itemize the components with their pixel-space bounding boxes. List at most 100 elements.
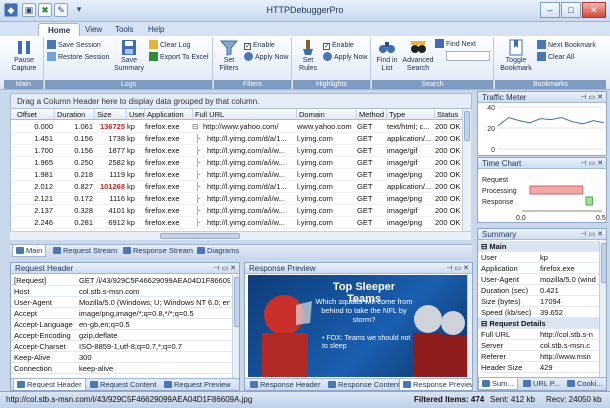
property-row[interactable]: Application firefox.exe	[478, 263, 599, 274]
column-header-domain[interactable]: Domain	[297, 109, 357, 120]
table-row[interactable]: 1.965 0.250 2582 kp firefox.exe http://l.yimg…	[11, 157, 462, 169]
tab-summary[interactable]: Sum...	[478, 378, 518, 390]
pause-capture-button[interactable]: Pause Capture	[6, 39, 42, 73]
cell-domain: l.yimg.com	[297, 146, 333, 155]
tree-expand-icon[interactable]: ⊟	[192, 121, 204, 133]
tree-branch-icon: ├	[195, 182, 201, 191]
cell-type: image/png	[387, 170, 423, 179]
property-row[interactable]: Full URL http://col.stb.s-n	[478, 329, 599, 340]
response-preview-scrollbar[interactable]	[467, 275, 472, 378]
column-header-user[interactable]: User	[127, 109, 145, 120]
tab-response-stream[interactable]: Response Stream	[120, 245, 196, 257]
request-header-scrollbar[interactable]	[232, 275, 239, 378]
advanced-search-icon	[411, 41, 426, 53]
column-header-status[interactable]: Status	[435, 109, 462, 120]
tab-response-content[interactable]: Response Content	[325, 379, 403, 390]
tab-request-header[interactable]: Request Header	[13, 379, 86, 390]
minimize-button[interactable]: –	[540, 2, 560, 18]
table-row[interactable]: 2.246 0.281 6912 kp firefox.exe http://l.yimg…	[11, 217, 462, 229]
table-row[interactable]: 1.451 0.156 1738 kp firefox.exe http://l.yimg…	[11, 133, 462, 145]
tab-cookies[interactable]: Cooki...	[564, 378, 605, 390]
tab-tools[interactable]: Tools	[106, 23, 143, 36]
tab-home[interactable]: Home	[38, 23, 81, 36]
clear-all-bookmarks-button[interactable]: Clear All	[537, 52, 574, 63]
restore-session-button[interactable]: Restore Session	[47, 52, 109, 63]
property-row[interactable]: Referer http://www.msn	[478, 351, 599, 362]
property-row[interactable]: User-Agent mozilla/5.0 (wind	[478, 274, 599, 285]
grid-vertical-scrollbar[interactable]	[462, 109, 471, 231]
property-row[interactable]: Size (bytes) 17094	[478, 296, 599, 307]
cell-domain: l.yimg.com	[297, 194, 333, 203]
export-excel-button[interactable]: Export To Excel	[149, 52, 209, 63]
table-row[interactable]: 1.981 0.218 1119 kp firefox.exe http://l.yimg…	[11, 169, 462, 181]
collapse-icon[interactable]: ⊟	[481, 319, 489, 328]
column-header-full-url[interactable]: Full URL	[193, 109, 297, 120]
search-input[interactable]	[446, 51, 490, 61]
tab-request-content[interactable]: Request Content	[87, 379, 159, 390]
property-row[interactable]: Speed (kb/sec) 39.652	[478, 307, 599, 318]
table-row[interactable]: 2.121 0.172 1116 kp firefox.exe http://l.yimg…	[11, 193, 462, 205]
ad-bullet[interactable]: • FOX: Teams we should not to sleep	[322, 335, 418, 351]
close-button[interactable]: ✕	[582, 2, 606, 18]
toggle-bookmark-button[interactable]: Toggle Bookmark	[497, 39, 535, 73]
tab-help[interactable]: Help	[139, 23, 173, 36]
highlights-enable-checkbox[interactable]: ✓ Enable	[323, 40, 354, 51]
property-row[interactable]: Duration (sec) 0.421	[478, 285, 599, 296]
column-header-method[interactable]: Method	[357, 109, 387, 120]
find-next-button[interactable]: Find Next	[435, 39, 476, 50]
request-scroll-thumb[interactable]	[234, 277, 239, 327]
save-session-button[interactable]: Save Session	[47, 40, 101, 51]
grid-scroll-thumb[interactable]	[464, 111, 470, 141]
summary-scroll-thumb[interactable]	[601, 243, 606, 283]
tab-main[interactable]: Main	[12, 245, 47, 257]
set-filters-button[interactable]: Set Filters	[215, 39, 243, 73]
tab-response-header[interactable]: Response Header	[247, 379, 323, 390]
find-in-list-button[interactable]: Find in List	[373, 39, 401, 73]
cell-domain: l.yimg.com	[297, 182, 333, 191]
filters-enable-checkbox[interactable]: ✓ Enable	[244, 40, 275, 51]
property-row[interactable]: User kp	[478, 252, 599, 263]
highlights-apply-now-button[interactable]: Apply Now	[323, 52, 367, 63]
save-summary-button[interactable]: Save Summary	[111, 39, 147, 73]
request-line-row[interactable]: [Request] GET /i/43/929C5F46629099AEA04D1…	[11, 275, 232, 286]
grid-hscroll-thumb[interactable]	[160, 233, 240, 239]
property-row[interactable]: Header Size 429	[478, 362, 599, 373]
property-row[interactable]: User-Agent Mozilla/5.0 (Windows; U; Windo…	[11, 297, 232, 308]
next-bookmark-button[interactable]: Next Bookmark	[537, 40, 596, 51]
cell-size: 136725	[99, 122, 125, 131]
group-by-area[interactable]: Drag a Column Header here to display dat…	[10, 93, 472, 109]
tab-url-params[interactable]: URL P...	[520, 378, 563, 390]
table-row[interactable]: 2.137 0.328 4101 kp firefox.exe http://l.yimg…	[11, 205, 462, 217]
tab-response-preview[interactable]: Response Preview	[399, 379, 472, 390]
table-row[interactable]: 0.000 1.061 136725 kp firefox.exe http://www.…	[11, 121, 462, 133]
property-row[interactable]: Keep-Alive 300	[11, 352, 232, 363]
summary-scrollbar[interactable]	[599, 241, 606, 377]
summary-section-main[interactable]: ⊟ Main	[478, 241, 599, 252]
property-value: 17094	[540, 297, 561, 306]
collapse-icon[interactable]: ⊟	[481, 242, 489, 251]
tab-diagrams[interactable]: Diagrams	[194, 245, 242, 257]
clear-log-button[interactable]: Clear Log	[149, 40, 190, 51]
property-row[interactable]: Accept-Encoding gzip,deflate	[11, 330, 232, 341]
tab-request-stream[interactable]: Request Stream	[50, 245, 120, 257]
tab-request-preview[interactable]: Request Preview	[161, 379, 234, 390]
property-row[interactable]: Connection keep-alive	[11, 363, 232, 374]
column-header-size[interactable]: Size	[95, 109, 127, 120]
table-row[interactable]: 1.700 0.156 1877 kp firefox.exe http://l.yimg…	[11, 145, 462, 157]
column-header-offset[interactable]: Offset	[15, 109, 55, 120]
summary-section-request-details[interactable]: ⊟ Request Details	[478, 318, 599, 329]
filters-apply-now-button[interactable]: Apply Now	[244, 52, 288, 63]
maximize-button[interactable]: □	[561, 2, 581, 18]
property-row[interactable]: Server col.stb.s-msn.c	[478, 340, 599, 351]
property-row[interactable]: Accept-Language en-gb,en;q=0.5	[11, 319, 232, 330]
property-row[interactable]: Accept image/png,image/*;q=0.8,*/*;q=0.5	[11, 308, 232, 319]
property-row[interactable]: Accept-Charset ISO-8859-1,utf-8;q=0.7,*;q…	[11, 341, 232, 352]
column-header-duration[interactable]: Duration	[55, 109, 95, 120]
property-row[interactable]: Host col.stb.s-msn.com	[11, 286, 232, 297]
advanced-search-button[interactable]: Advanced Search	[402, 39, 434, 73]
column-header-type[interactable]: Type	[387, 109, 435, 120]
table-row[interactable]: 2.012 0.827 101268 kp firefox.exe http://l.yi…	[11, 181, 462, 193]
grid-horizontal-scrollbar[interactable]	[10, 231, 471, 240]
column-header-application[interactable]: Application	[145, 109, 193, 120]
set-rules-button[interactable]: Set Rules	[294, 39, 322, 73]
